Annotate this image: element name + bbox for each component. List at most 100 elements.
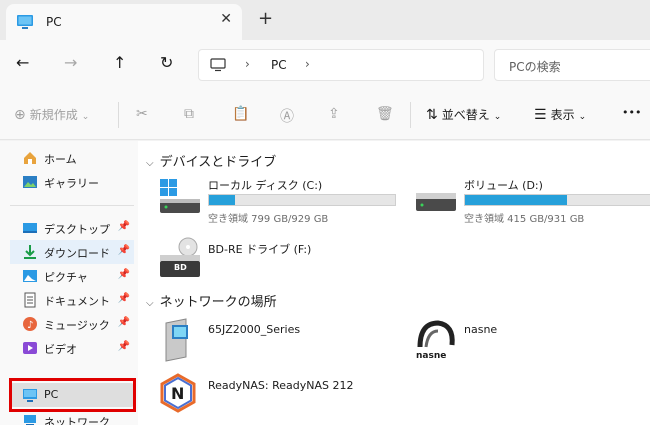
pictures-icon	[23, 270, 37, 282]
breadcrumb-separator[interactable]: ›	[305, 57, 310, 71]
tab-title: PC	[46, 15, 62, 29]
view-list-icon: ☰	[534, 107, 547, 123]
sidebar-item-home[interactable]: ホーム	[10, 146, 134, 170]
videos-icon	[23, 342, 37, 354]
network-device-tv[interactable]: 65JZ2000_Series	[158, 317, 358, 363]
drive-free-space: 空き領域 799 GB/929 GB	[208, 214, 329, 225]
documents-icon	[24, 292, 36, 308]
chevron-down-icon: ⌵	[146, 298, 154, 309]
pc-icon	[17, 15, 33, 29]
chevron-down-icon: ⌄	[578, 112, 587, 122]
pc-icon	[210, 58, 226, 72]
cut-icon: ✂	[136, 106, 148, 122]
sidebar-item-desktop[interactable]: デスクトップ 📌	[10, 216, 134, 240]
bd-badge: BD	[174, 263, 187, 272]
hard-drive-icon	[416, 193, 456, 211]
pin-icon[interactable]: 📌	[118, 221, 130, 232]
plus-circle-icon: ⊕	[14, 107, 26, 123]
toolbar-divider	[410, 102, 411, 128]
rename-button[interactable]: Ⓐ	[280, 106, 294, 126]
sidebar-item-gallery[interactable]: ギャラリー	[10, 170, 134, 194]
view-button[interactable]: ☰ 表示 ⌄	[534, 106, 586, 123]
drive-f[interactable]: BD BD-RE ドライブ (F:)	[158, 235, 408, 281]
drive-name: BD-RE ドライブ (F:)	[208, 243, 312, 256]
sort-icon: ⇅	[426, 107, 438, 123]
address-bar[interactable]: › PC ›	[198, 49, 484, 81]
search-placeholder: PCの検索	[509, 60, 561, 74]
rename-icon: Ⓐ	[280, 109, 294, 125]
network-device-name: 65JZ2000_Series	[208, 323, 301, 336]
copy-icon: ⧉	[184, 106, 194, 122]
sidebar-divider	[10, 205, 134, 206]
new-button[interactable]: ⊕ 新規作成 ⌄	[14, 106, 89, 123]
drive-name: ローカル ディスク (C:)	[208, 179, 323, 192]
network-device-readynas[interactable]: N ReadyNAS: ReadyNAS 212	[158, 373, 418, 419]
home-icon	[24, 152, 36, 164]
new-tab-button[interactable]: +	[258, 8, 273, 29]
sidebar-item-music[interactable]: ♪ ミュージック 📌	[10, 312, 134, 336]
pin-icon[interactable]: 📌	[118, 245, 130, 256]
close-tab-icon[interactable]: ✕	[220, 11, 232, 27]
sort-button[interactable]: ⇅ 並べ替え ⌄	[426, 106, 501, 123]
sidebar-item-downloads[interactable]: ダウンロード 📌	[10, 240, 134, 264]
network-group-header[interactable]: ⌵ ネットワークの場所	[146, 291, 277, 310]
forward-button[interactable]: →	[64, 53, 77, 72]
paste-button[interactable]: 📋	[232, 106, 249, 122]
copy-button[interactable]: ⧉	[184, 106, 194, 122]
music-icon: ♪	[23, 317, 37, 331]
highlight-box	[9, 378, 136, 412]
devices-group-header[interactable]: ⌵ デバイスとドライブ	[146, 151, 276, 170]
toolbar-divider	[118, 102, 119, 128]
drive-free-space: 空き領域 415 GB/931 GB	[464, 214, 585, 225]
paste-icon: 📋	[232, 106, 250, 122]
command-bar: ⊕ 新規作成 ⌄ ✂ ⧉ 📋 Ⓐ ⇪ 🗑 ⇅ 並べ替え ⌄ ☰ 表示 ⌄ •••	[0, 90, 650, 140]
nasne-logo-text: nasne	[416, 351, 447, 361]
pin-icon[interactable]: 📌	[118, 293, 130, 304]
file-view: ⌵ デバイスとドライブ ローカル ディスク (C:) 空き領域 799 GB/92…	[138, 141, 650, 425]
chevron-down-icon: ⌄	[81, 112, 90, 122]
chevron-down-icon: ⌵	[146, 158, 154, 169]
drive-d[interactable]: ボリューム (D:) 空き領域 415 GB/931 GB	[414, 177, 650, 225]
back-button[interactable]: ←	[16, 53, 29, 72]
sidebar-item-documents[interactable]: ドキュメント 📌	[10, 288, 134, 312]
share-button[interactable]: ⇪	[328, 106, 340, 122]
tab-pc[interactable]: PC ✕	[6, 4, 242, 40]
network-device-nasne[interactable]: nasne nasne	[414, 317, 614, 363]
network-device-name: ReadyNAS: ReadyNAS 212	[208, 379, 354, 392]
readynas-logo-text: N	[171, 384, 185, 403]
optical-drive-icon	[160, 237, 200, 277]
drive-c[interactable]: ローカル ディスク (C:) 空き領域 799 GB/929 GB	[158, 177, 408, 225]
pin-icon[interactable]: 📌	[118, 269, 130, 280]
navigation-bar: ← → ↑ ↻ › PC › PCの検索	[0, 40, 650, 90]
chevron-down-icon: ⌄	[493, 112, 502, 122]
pin-icon[interactable]: 📌	[118, 341, 130, 352]
network-icon	[24, 415, 36, 425]
sidebar-item-videos[interactable]: ビデオ 📌	[10, 336, 134, 360]
gallery-icon	[23, 176, 37, 188]
media-device-icon	[165, 318, 188, 362]
download-icon	[24, 245, 36, 259]
sidebar-item-network[interactable]: ネットワーク	[10, 409, 134, 425]
breadcrumb-separator[interactable]: ›	[245, 57, 250, 71]
up-button[interactable]: ↑	[113, 53, 126, 72]
share-icon: ⇪	[328, 106, 340, 122]
drive-usage-bar	[208, 194, 396, 206]
trash-icon: 🗑	[376, 106, 394, 122]
svg-text:♪: ♪	[27, 320, 33, 331]
drive-name: ボリューム (D:)	[464, 179, 543, 192]
title-bar: PC ✕ +	[0, 0, 650, 40]
drive-usage-bar	[464, 194, 650, 206]
sidebar-item-pictures[interactable]: ピクチャ 📌	[10, 264, 134, 288]
breadcrumb-pc[interactable]: PC	[271, 58, 287, 72]
network-device-name: nasne	[464, 323, 498, 336]
desktop-icon	[23, 223, 37, 233]
drive-windows-icon	[160, 179, 200, 213]
pin-icon[interactable]: 📌	[118, 317, 130, 328]
drive-usage-fill	[465, 195, 568, 205]
cut-button[interactable]: ✂	[136, 106, 148, 122]
more-options-button[interactable]: •••	[622, 106, 641, 119]
delete-button[interactable]: 🗑	[376, 106, 394, 122]
drive-usage-fill	[209, 195, 236, 205]
refresh-button[interactable]: ↻	[160, 53, 173, 72]
search-input[interactable]: PCの検索	[494, 49, 650, 81]
